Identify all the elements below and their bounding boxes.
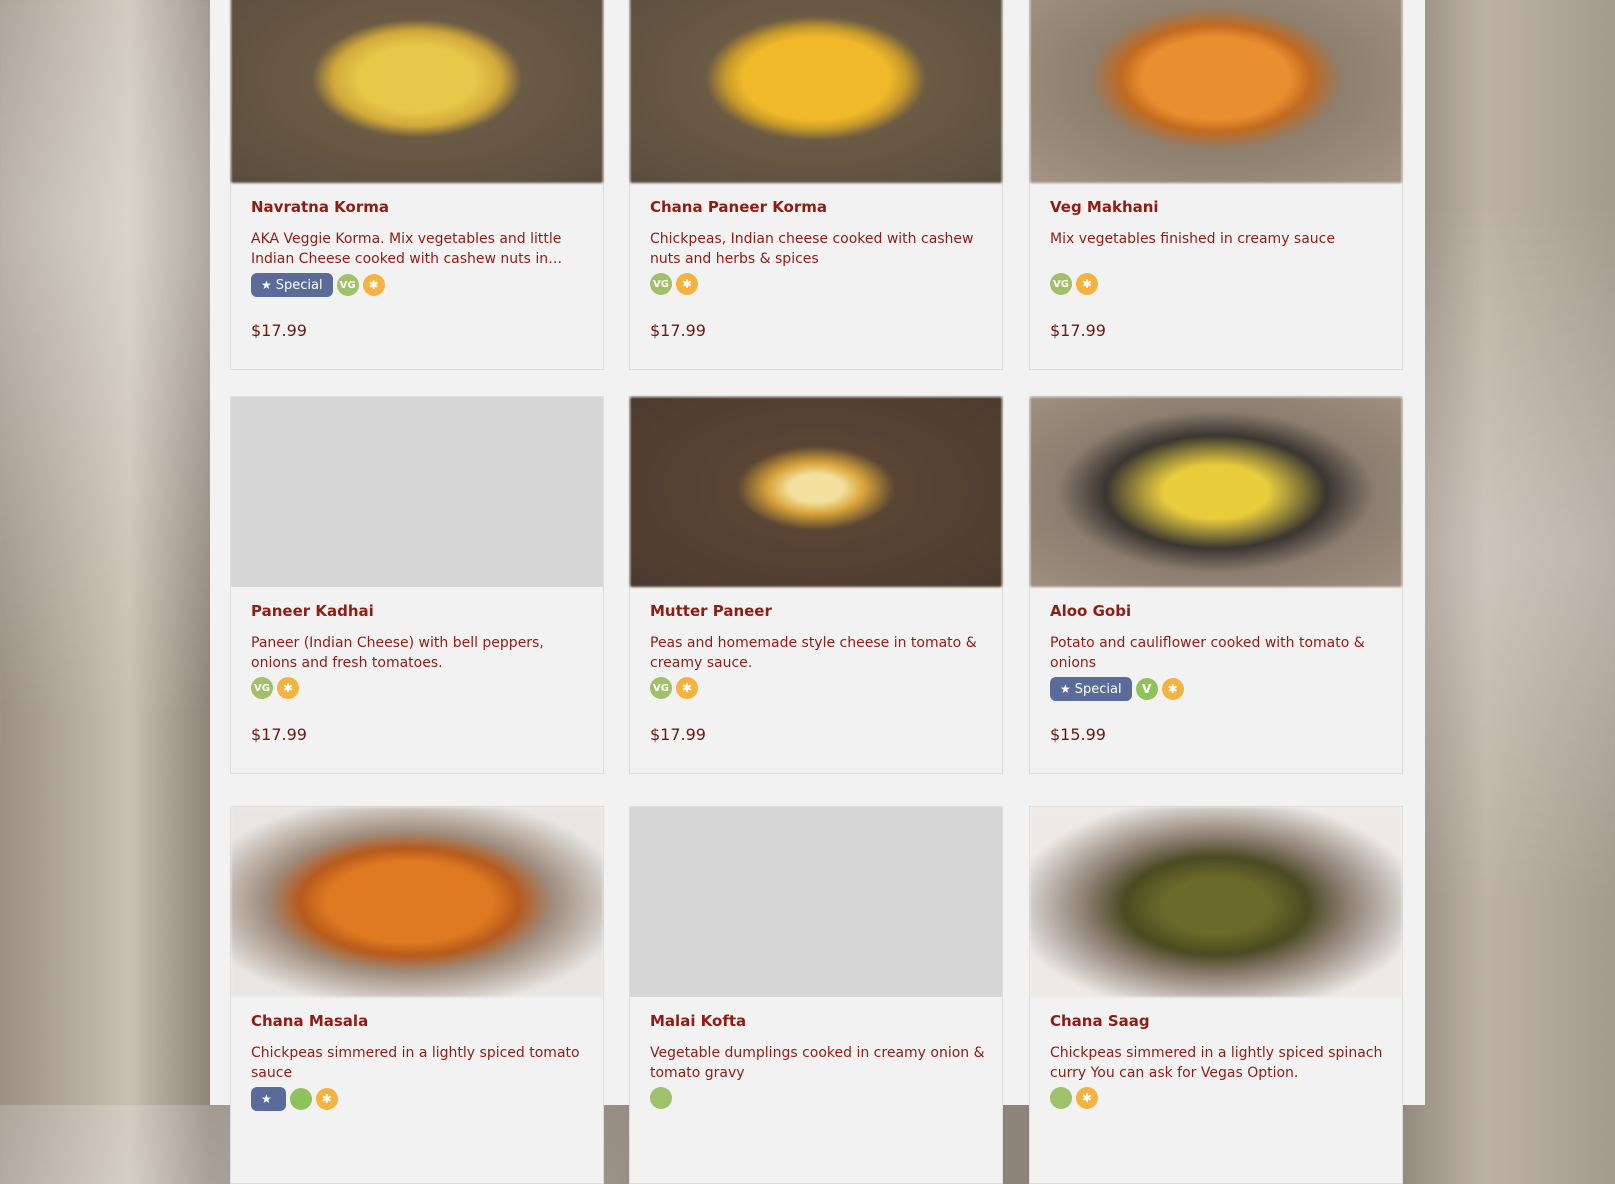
special-label: Special xyxy=(275,277,323,293)
dish-name: Chana Saag xyxy=(1050,1012,1150,1030)
dish-badges: ★ Special V ✱ xyxy=(1050,677,1184,701)
menu-card-mutter-paneer[interactable]: Mutter Paneer Peas and homemade style ch… xyxy=(629,396,1003,774)
dish-badges: VG ✱ xyxy=(1050,273,1098,295)
menu-card-chana-paneer-korma[interactable]: Chana Paneer Korma Chickpeas, Indian che… xyxy=(629,0,1003,370)
dish-description: Potato and cauliflower cooked with tomat… xyxy=(1050,635,1365,671)
dish-badges: VG ✱ xyxy=(650,677,698,699)
gluten-free-icon: ✱ xyxy=(315,1088,338,1110)
dish-image xyxy=(1030,807,1402,997)
dish-image xyxy=(630,0,1002,183)
menu-card-navratna-korma[interactable]: Navratna Korma AKA Veggie Korma. Mix veg… xyxy=(230,0,604,370)
dish-price: $17.99 xyxy=(251,725,307,744)
dish-description: Chickpeas, Indian cheese cooked with cas… xyxy=(650,231,974,267)
menu-card-malai-kofta[interactable]: Malai Kofta Vegetable dumplings cooked i… xyxy=(629,806,1003,1184)
dish-image-placeholder xyxy=(231,397,603,587)
vegan-icon: VG xyxy=(650,677,672,699)
menu-page: Navratna Korma AKA Veggie Korma. Mix veg… xyxy=(210,0,1425,1184)
dish-image xyxy=(1030,0,1402,183)
dish-price: $17.99 xyxy=(650,321,706,340)
dish-image xyxy=(630,397,1002,587)
dish-description: Vegetable dumplings cooked in creamy oni… xyxy=(650,1045,985,1081)
dish-price: $17.99 xyxy=(1050,321,1106,340)
menu-card-aloo-gobi[interactable]: Aloo Gobi Potato and cauliflower cooked … xyxy=(1029,396,1403,774)
dish-badges: ★ ✱ xyxy=(251,1087,338,1111)
gluten-free-icon: ✱ xyxy=(676,273,698,295)
gluten-free-icon: ✱ xyxy=(676,677,698,699)
vegan-icon: VG xyxy=(336,274,359,296)
dish-description: Chickpeas simmered in a lightly spiced t… xyxy=(251,1045,580,1081)
dish-name: Veg Makhani xyxy=(1050,198,1159,216)
dish-price: $15.99 xyxy=(1050,725,1106,744)
star-icon: ★ xyxy=(1060,682,1071,696)
dish-price: $17.99 xyxy=(251,321,307,340)
vegan-icon xyxy=(1050,1087,1072,1109)
special-label: Special xyxy=(1074,681,1122,697)
menu-card-veg-makhani[interactable]: Veg Makhani Mix vegetables finished in c… xyxy=(1029,0,1403,370)
dish-badges: VG ✱ xyxy=(650,273,698,295)
dish-name: Chana Paneer Korma xyxy=(650,198,828,216)
dish-badges: ✱ xyxy=(1050,1087,1098,1109)
dish-name: Navratna Korma xyxy=(251,198,389,216)
gluten-free-icon: ✱ xyxy=(1076,273,1098,295)
special-badge: ★ xyxy=(251,1087,286,1111)
vegan-icon xyxy=(650,1087,672,1109)
dish-name: Aloo Gobi xyxy=(1050,602,1132,620)
dish-image xyxy=(231,0,603,183)
vegetarian-icon xyxy=(289,1088,312,1110)
dish-image xyxy=(1030,397,1402,587)
dish-price: $17.99 xyxy=(650,725,706,744)
dish-image xyxy=(231,807,603,997)
dish-description: AKA Veggie Korma. Mix vegetables and lit… xyxy=(251,231,563,267)
dish-description: Peas and homemade style cheese in tomato… xyxy=(650,635,977,671)
dish-image-placeholder xyxy=(630,807,1002,997)
dish-description: Paneer (Indian Cheese) with bell peppers… xyxy=(251,635,544,671)
dish-badges: ★ Special VG ✱ xyxy=(251,273,385,297)
dish-badges xyxy=(650,1087,672,1109)
vegan-icon: VG xyxy=(1050,273,1072,295)
dish-name: Paneer Kadhai xyxy=(251,602,374,620)
dish-badges: VG ✱ xyxy=(251,677,299,699)
gluten-free-icon: ✱ xyxy=(1076,1087,1098,1109)
menu-card-paneer-kadhai[interactable]: Paneer Kadhai Paneer (Indian Cheese) wit… xyxy=(230,396,604,774)
dish-name: Chana Masala xyxy=(251,1012,369,1030)
gluten-free-icon: ✱ xyxy=(1161,678,1184,700)
menu-card-chana-saag[interactable]: Chana Saag Chickpeas simmered in a light… xyxy=(1029,806,1403,1184)
dish-name: Malai Kofta xyxy=(650,1012,747,1030)
dish-name: Mutter Paneer xyxy=(650,602,772,620)
star-icon: ★ xyxy=(261,1092,272,1106)
vegetarian-icon: V xyxy=(1135,678,1158,700)
menu-card-chana-masala[interactable]: Chana Masala Chickpeas simmered in a lig… xyxy=(230,806,604,1184)
special-badge: ★ Special xyxy=(1050,677,1132,701)
vegan-icon: VG xyxy=(251,677,273,699)
special-badge: ★ Special xyxy=(251,273,333,297)
dish-description: Chickpeas simmered in a lightly spiced s… xyxy=(1050,1045,1383,1081)
dish-description: Mix vegetables finished in creamy sauce xyxy=(1050,231,1335,247)
gluten-free-icon: ✱ xyxy=(362,274,385,296)
gluten-free-icon: ✱ xyxy=(277,677,299,699)
star-icon: ★ xyxy=(261,278,272,292)
vegan-icon: VG xyxy=(650,273,672,295)
